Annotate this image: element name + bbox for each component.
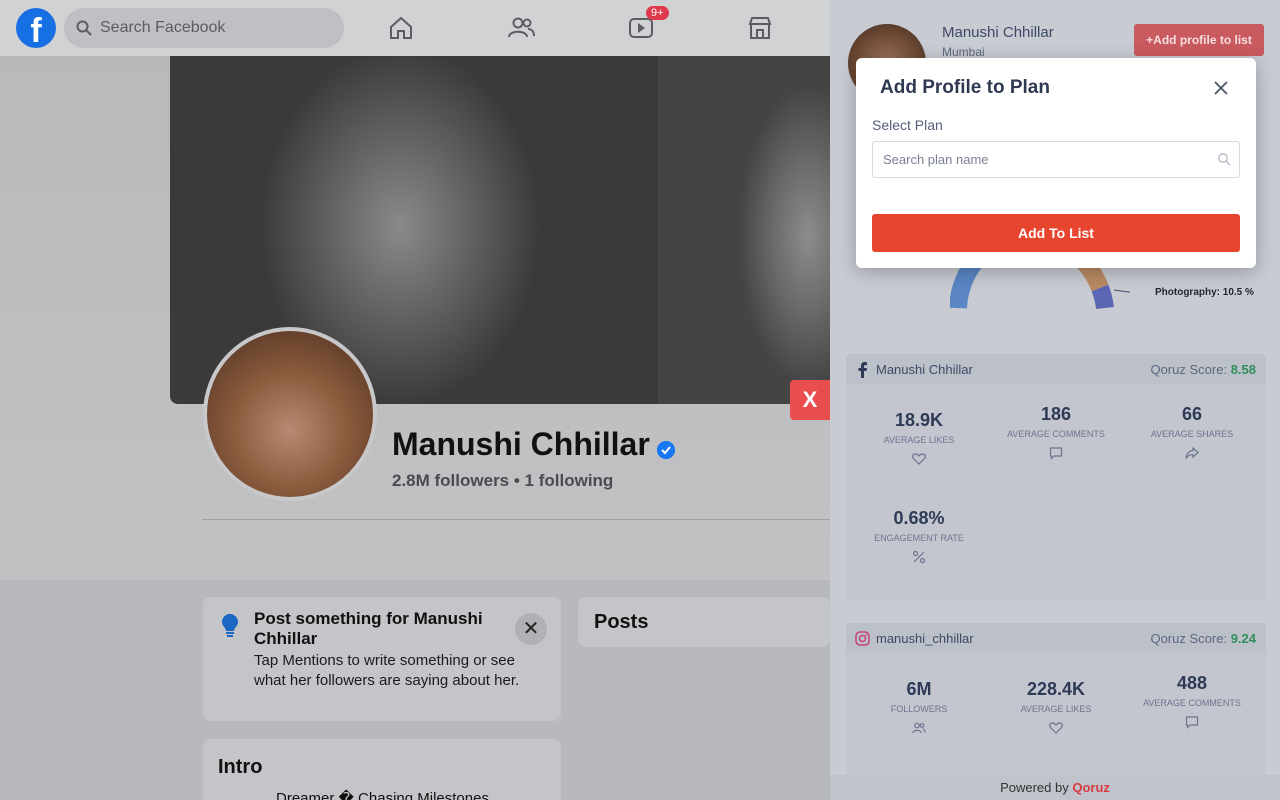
add-profile-modal: Add Profile to Plan Select Plan Add To L… bbox=[856, 58, 1256, 268]
powered-by-footer: Powered by Qoruz bbox=[830, 775, 1280, 800]
facebook-handle[interactable]: Manushi Chhillar bbox=[876, 362, 973, 377]
profile-avatar[interactable] bbox=[203, 327, 377, 501]
search-icon bbox=[76, 20, 92, 36]
panel-profile-city: Mumbai bbox=[942, 45, 985, 59]
intro-card: Intro Dreamer � Chasing Milestones bbox=[203, 739, 561, 800]
share-icon bbox=[1185, 446, 1199, 459]
friends-icon[interactable] bbox=[507, 14, 535, 42]
metric-average-likes: 18.9K AVERAGE LIKES bbox=[854, 410, 984, 466]
chart-category-label: Photography: 10.5 % bbox=[1155, 287, 1254, 298]
instagram-icon bbox=[855, 631, 870, 646]
select-plan-label: Select Plan bbox=[872, 117, 943, 133]
search-placeholder: Search Facebook bbox=[100, 19, 226, 36]
intro-heading: Intro bbox=[218, 756, 263, 778]
posts-heading: Posts bbox=[594, 611, 649, 633]
panel-profile-name: Manushi Chhillar bbox=[942, 24, 1054, 41]
facebook-logo-icon[interactable]: f bbox=[16, 8, 56, 48]
home-icon[interactable] bbox=[387, 14, 415, 42]
instagram-stats-card: manushi_chhillar Qoruz Score: 9.24 6M FO… bbox=[846, 623, 1266, 775]
comment-icon bbox=[1185, 716, 1199, 729]
metric-average-shares: 66 AVERAGE SHARES bbox=[1127, 404, 1257, 460]
heart-icon bbox=[912, 453, 926, 465]
verified-badge-icon bbox=[657, 441, 675, 459]
marketplace-icon[interactable] bbox=[746, 14, 774, 42]
modal-title: Add Profile to Plan bbox=[880, 77, 1050, 98]
add-profile-to-list-button[interactable]: +Add profile to list bbox=[1134, 24, 1264, 56]
search-icon bbox=[1218, 153, 1231, 166]
post-prompt-card: Post something for Manushi Chhillar Tap … bbox=[203, 597, 561, 721]
plan-search-input[interactable] bbox=[872, 141, 1240, 178]
metric-average-comments: 186 AVERAGE COMMENTS bbox=[991, 404, 1121, 460]
lightbulb-icon bbox=[222, 614, 238, 637]
users-icon bbox=[912, 722, 926, 734]
add-to-list-button[interactable]: Add To List bbox=[872, 214, 1240, 252]
facebook-qoruz-score: Qoruz Score: 8.58 bbox=[1150, 362, 1256, 377]
profile-name: Manushi Chhillar bbox=[392, 426, 650, 462]
qoruz-brand-link[interactable]: Qoruz bbox=[1072, 780, 1110, 795]
posts-card: Posts bbox=[578, 597, 830, 647]
metric-followers: 6M FOLLOWERS bbox=[854, 679, 984, 735]
facebook-search-input[interactable]: Search Facebook bbox=[64, 8, 344, 48]
metric-engagement-rate: 0.68% ENGAGEMENT RATE bbox=[854, 508, 984, 564]
profile-divider bbox=[202, 519, 830, 520]
cover-photo-side bbox=[658, 56, 830, 404]
percent-icon bbox=[912, 550, 926, 564]
close-icon[interactable] bbox=[1212, 79, 1230, 97]
comment-icon bbox=[1049, 447, 1063, 460]
close-panel-button[interactable]: X bbox=[790, 380, 830, 420]
facebook-small-icon bbox=[858, 362, 867, 378]
post-prompt-description: Tap Mentions to write something or see w… bbox=[254, 652, 520, 689]
close-icon[interactable]: ✕ bbox=[515, 613, 547, 645]
post-prompt-title: Post something for Manushi Chhillar bbox=[254, 609, 483, 648]
heart-icon bbox=[1049, 722, 1063, 734]
facebook-stats-card: Manushi Chhillar Qoruz Score: 8.58 18.9K… bbox=[846, 354, 1266, 600]
intro-bio: Dreamer � Chasing Milestones bbox=[276, 790, 489, 800]
metric-instagram-average-comments: 488 AVERAGE COMMENTS bbox=[1127, 673, 1257, 729]
watch-notification-badge: 9+ bbox=[646, 6, 669, 20]
instagram-qoruz-score: Qoruz Score: 9.24 bbox=[1150, 631, 1256, 646]
profile-followers-stats[interactable]: 2.8M followers • 1 following bbox=[392, 471, 613, 491]
instagram-handle[interactable]: manushi_chhillar bbox=[876, 631, 974, 646]
metric-instagram-average-likes: 228.4K AVERAGE LIKES bbox=[991, 679, 1121, 735]
